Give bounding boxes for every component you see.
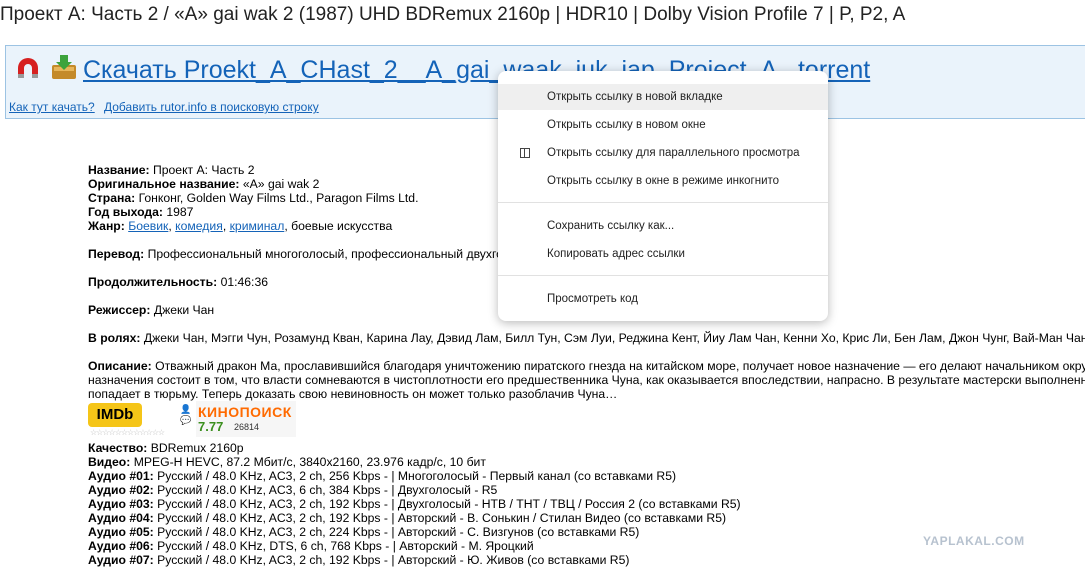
kinopoisk-rating: 7.77 [198,419,224,434]
genre-link-action[interactable]: Боевик [128,219,168,233]
audio-line: Аудио #04: Русский / 48.0 KHz, AC3, 2 ch… [88,511,727,525]
magnet-icon[interactable] [14,56,42,82]
genre-link-crime[interactable]: криминал [230,219,285,233]
description-line-3: попадает в тюрьму. Теперь доказать свою … [88,387,618,401]
rating-badges: IMDb ☆☆☆☆☆☆☆☆☆☆☆☆ 👤 💬 КИНОПОИСК 7.77 2681… [88,401,298,437]
audio-line: Аудио #06: Русский / 48.0 KHz, DTS, 6 ch… [88,539,534,553]
genre-link-comedy[interactable]: комедия [175,219,223,233]
translation-line: Перевод: Профессиональный многоголосый, … [88,247,510,261]
menu-item-copy-link-address[interactable]: Копировать адрес ссылки [498,241,828,267]
audio-line: Аудио #03: Русский / 48.0 KHz, AC3, 2 ch… [88,497,741,511]
menu-item-open-incognito[interactable]: Открыть ссылку в окне в режиме инкогнито [498,168,828,194]
description-line-1: Описание: Отважный дракон Ма, прославивш… [88,359,1085,373]
menu-separator [498,202,828,203]
person-icon: 👤 💬 [180,404,192,425]
quality-line: Качество: BDRemux 2160p [88,441,244,455]
watermark: YAPLAKAL.COM [923,534,1025,548]
download-icon[interactable] [50,53,78,81]
audio-line: Аудио #07: Русский / 48.0 KHz, AC3, 2 ch… [88,553,630,567]
country-line: Страна: Гонконг, Golden Way Films Ltd., … [88,191,419,205]
name-line: Название: Проект А: Часть 2 [88,163,255,177]
duration-line: Продолжительность: 01:46:36 [88,275,269,289]
menu-item-open-new-window[interactable]: Открыть ссылку в новом окне [498,112,828,138]
audio-line: Аудио #01: Русский / 48.0 KHz, AC3, 2 ch… [88,469,677,483]
video-line: Видео: MPEG-H HEVC, 87.2 Мбит/с, 3840x21… [88,455,486,469]
original-name-line: Оригинальное название: «A» gai wak 2 [88,177,320,191]
description-line-2: назначения состоит в том, что власти сом… [88,373,1085,387]
menu-item-open-split-view[interactable]: Открыть ссылку для параллельного просмот… [498,140,828,166]
audio-line: Аудио #05: Русский / 48.0 KHz, AC3, 2 ch… [88,525,640,539]
cast-line: В ролях: Джеки Чан, Мэгги Чун, Розамунд … [88,331,1085,345]
imdb-badge[interactable]: IMDb [88,403,142,427]
how-to-download-link[interactable]: Как тут качать? [9,100,95,114]
menu-separator [498,275,828,276]
context-menu: Открыть ссылку в новой вкладке Открыть с… [498,71,828,321]
imdb-stars: ☆☆☆☆☆☆☆☆☆☆☆☆ [90,428,165,437]
split-view-icon [520,148,530,158]
add-to-search-link[interactable]: Добавить rutor.info в поисковую строку [104,100,319,114]
year-line: Год выхода: 1987 [88,205,194,219]
menu-item-open-new-tab[interactable]: Открыть ссылку в новой вкладке [498,84,828,110]
kinopoisk-votes: 26814 [234,422,260,432]
kinopoisk-logo: КИНОПОИСК [198,404,292,420]
menu-item-inspect[interactable]: Просмотреть код [498,286,828,312]
page-title: Проект А: Часть 2 / «A» gai wak 2 (1987)… [0,4,906,25]
menu-item-save-link-as[interactable]: Сохранить ссылку как... [498,213,828,239]
director-line: Режиссер: Джеки Чан [88,303,215,317]
genre-line: Жанр: Боевик, комедия, криминал, боевые … [88,219,393,233]
audio-line: Аудио #02: Русский / 48.0 KHz, AC3, 6 ch… [88,483,498,497]
